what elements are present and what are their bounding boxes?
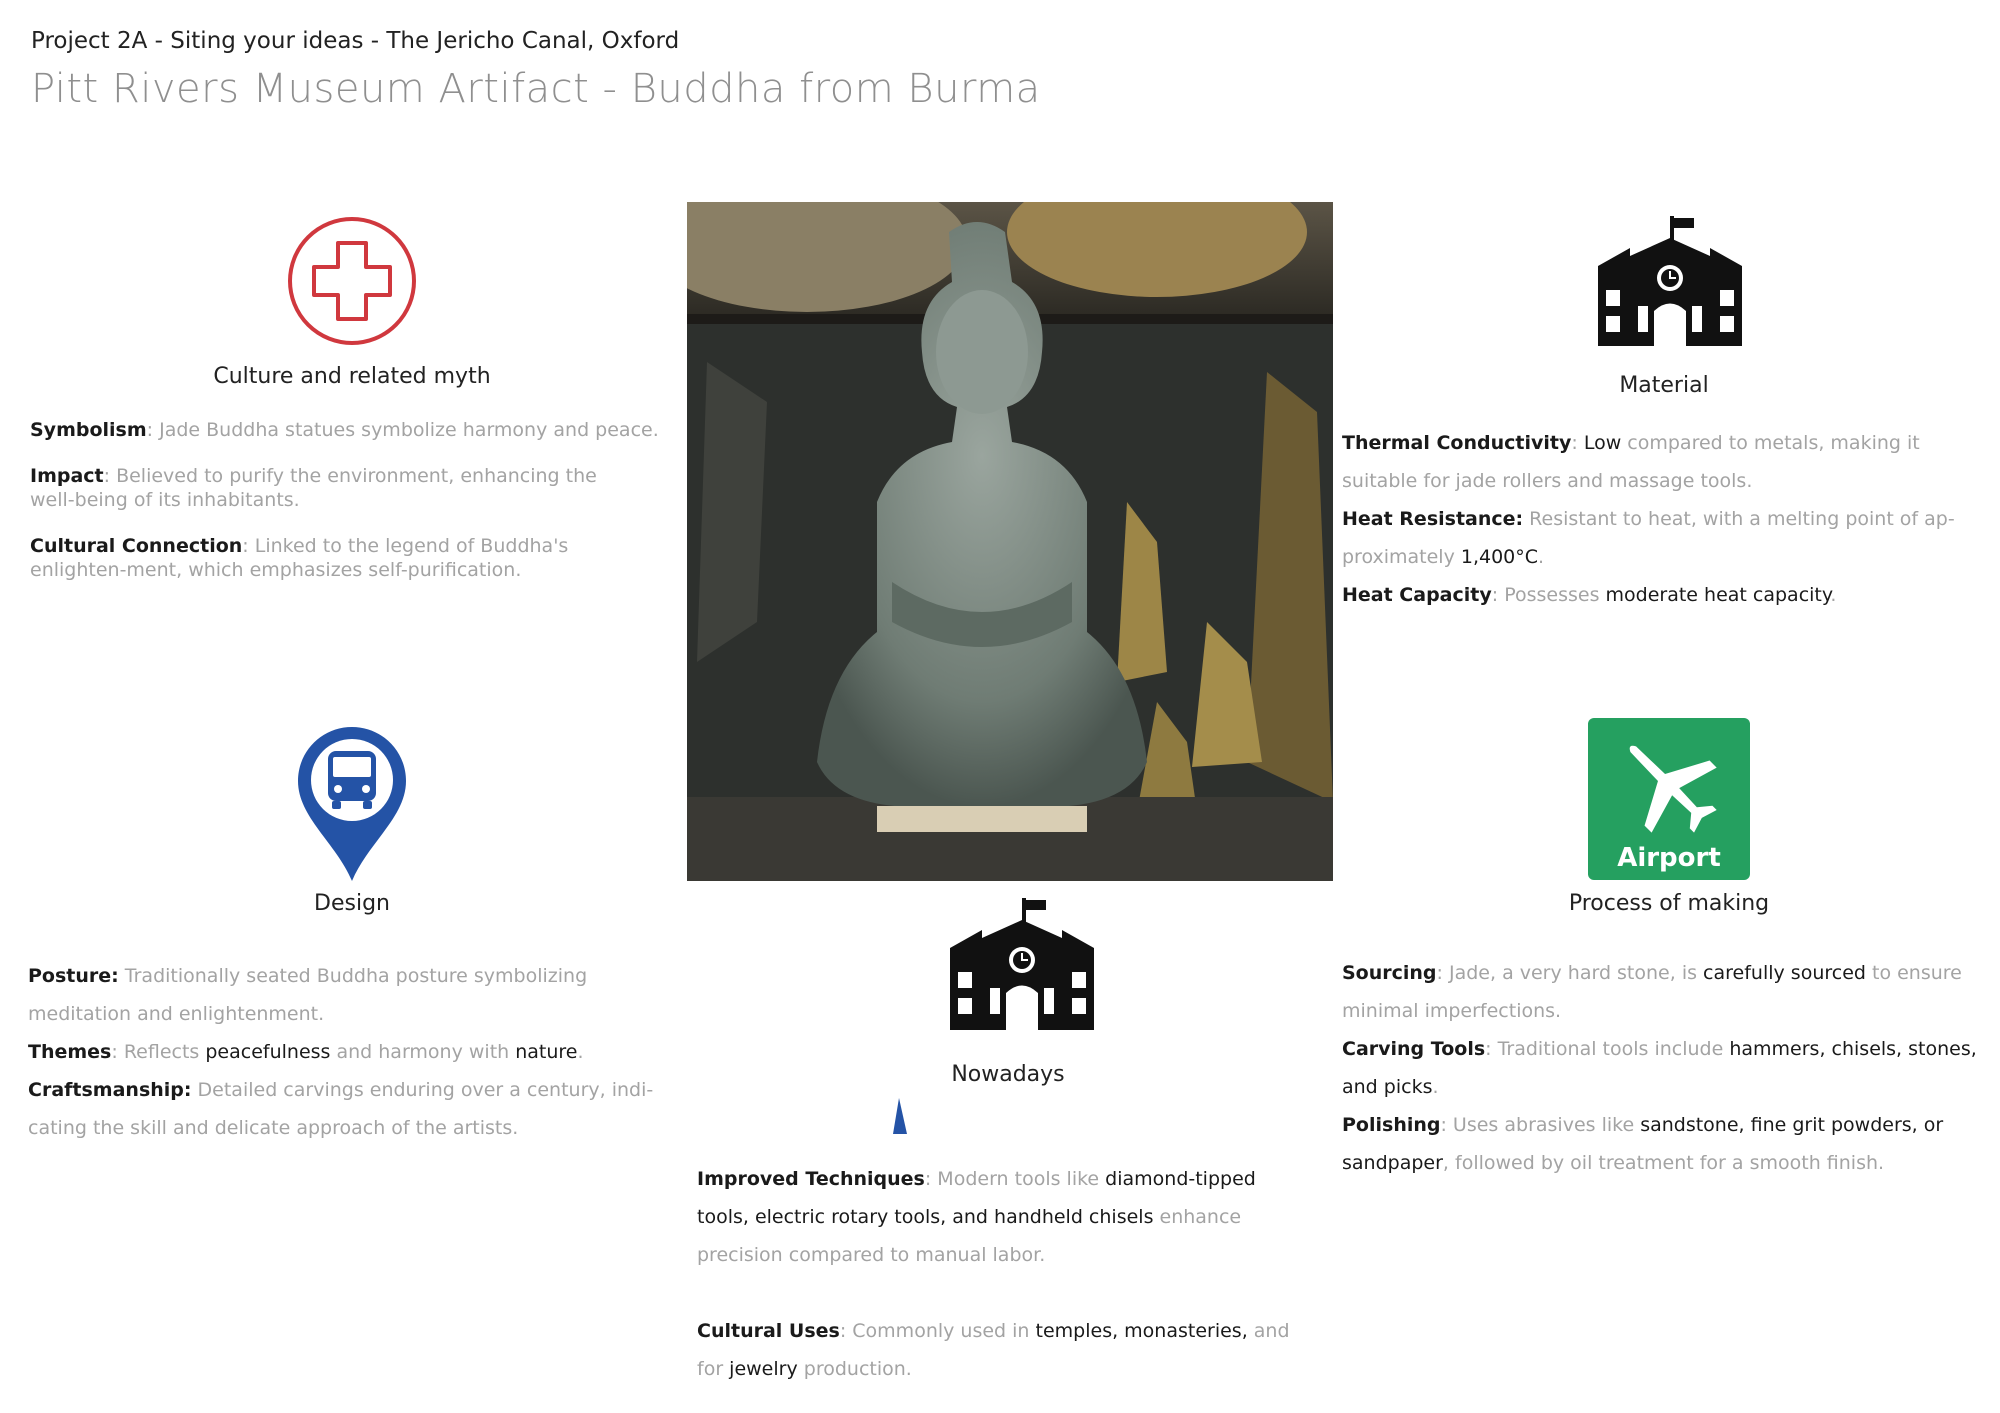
medical-cross-icon: [286, 215, 418, 347]
material-label: Material: [1619, 373, 1709, 398]
material-item: Thermal Conductivity: Low compared to me…: [1342, 432, 1920, 492]
process-item: Polishing: Uses abrasives like sandstone…: [1342, 1114, 1944, 1174]
airport-plane-icon: Airport: [1588, 718, 1750, 880]
design-item: Posture: Traditionally seated Buddha pos…: [28, 965, 588, 1025]
culture-item: Impact: Believed to purify the environme…: [30, 465, 597, 511]
buddha-photo: [687, 202, 1333, 881]
airport-icon-text: Airport: [1617, 843, 1721, 873]
project-subtitle: Project 2A - Siting your ideas - The Jer…: [31, 28, 680, 54]
design-text: Posture: Traditionally seated Buddha pos…: [28, 957, 688, 1147]
process-item: Sourcing: Jade, a very hard stone, is ca…: [1342, 962, 1962, 1022]
process-text: Sourcing: Jade, a very hard stone, is ca…: [1342, 954, 1992, 1182]
school-building-icon: [1590, 216, 1750, 346]
culture-label: Culture and related myth: [213, 364, 491, 389]
design-item: Themes: Reflects peacefulness and harmon…: [28, 1041, 584, 1063]
design-label: Design: [314, 891, 390, 916]
culture-item: Symbolism: Jade Buddha statues symbolize…: [30, 419, 659, 441]
material-text: Thermal Conductivity: Low compared to me…: [1342, 424, 1982, 614]
nowadays-item: Improved Techniques: Modern tools like d…: [697, 1168, 1256, 1266]
school-building-icon: [942, 898, 1102, 1030]
design-item: Craftsmanship: Detailed carvings endurin…: [28, 1079, 654, 1139]
bus-location-pin-icon: [296, 725, 408, 883]
pin-fragment-icon: [893, 1098, 907, 1134]
culture-text: Symbolism: Jade Buddha statues symbolize…: [30, 418, 680, 582]
material-item: Heat Capacity: Possesses moderate heat c…: [1342, 584, 1837, 606]
nowadays-label: Nowadays: [951, 1062, 1065, 1087]
culture-item: Cultural Connection: Linked to the legen…: [30, 535, 569, 581]
process-label: Process of making: [1568, 891, 1770, 916]
nowadays-text: Improved Techniques: Modern tools like d…: [697, 1160, 1302, 1388]
material-item: Heat Resistance: Resistant to heat, with…: [1342, 508, 1955, 568]
process-item: Carving Tools: Traditional tools include…: [1342, 1038, 1977, 1098]
page-title: Pitt Rivers Museum Artifact - Buddha fro…: [31, 66, 1041, 112]
nowadays-item: Cultural Uses: Commonly used in temples,…: [697, 1320, 1290, 1380]
